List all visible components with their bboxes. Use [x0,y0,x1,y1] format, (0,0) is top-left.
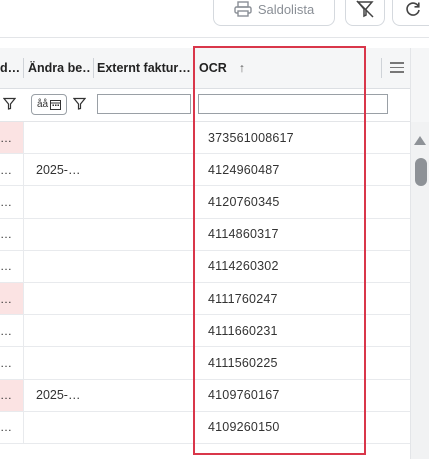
table-row[interactable]: … 4111760247 [0,282,410,316]
table-row[interactable]: … 4114260302 [0,250,410,283]
table-row[interactable]: … 4120760345 [0,186,410,219]
column-menu-icon[interactable] [390,62,404,76]
cell-ocr: 4109260150 [208,420,280,435]
cell-ocr: 4114860317 [208,227,279,242]
printer-icon [234,1,252,17]
table-row[interactable]: … 4111560225 [0,347,410,380]
date-picker-button[interactable]: åå [31,94,67,115]
cell-col0: … [0,162,12,177]
column-header-andra-belopp[interactable]: Ändra be… [28,48,91,88]
cell-col0: … [0,259,12,274]
cell-ocr: 4111560225 [208,355,278,370]
cell-col0: … [0,282,23,315]
table-row[interactable]: … 4109260150 [0,411,410,444]
cell-ocr: 4120760345 [208,194,280,209]
table-row[interactable]: … 4111660231 [0,315,410,348]
filter-row: åå [0,89,410,122]
grid-header: d… Ändra be… Externt faktur… OCR ↑ [0,48,410,89]
column-divider [23,250,24,282]
column-header-col0-label: d… [0,61,21,75]
column-divider [23,186,24,218]
externt-filter-input[interactable] [97,94,191,114]
filter-icon[interactable] [3,97,16,110]
table-row[interactable]: … 4114860317 [0,218,410,251]
cell-col0: … [0,122,23,154]
cell-ocr: 4109760167 [208,388,280,403]
scroll-up-arrow-icon[interactable] [414,136,426,145]
filter-off-icon [356,0,374,18]
saldolista-label: Saldolista [257,1,315,17]
filter-icon[interactable] [73,97,86,110]
column-divider [23,122,24,154]
column-resizer[interactable] [193,58,194,78]
column-divider [23,282,24,315]
header-right-strip [410,48,429,122]
column-header-ocr-label: OCR [199,61,227,75]
column-resizer[interactable] [93,58,94,78]
column-divider [23,379,24,411]
toolbar-divider [0,37,429,38]
cell-col0: … [0,323,12,338]
cell-col0: … [0,355,12,370]
column-divider [23,154,24,186]
cell-ocr: 373561008617 [208,130,294,145]
cell-ocr: 4124960487 [208,162,280,177]
cell-col0: … [0,379,23,411]
scrollbar-thumb[interactable] [415,158,427,186]
table-row[interactable]: … 373561008617 [0,122,410,155]
refresh-icon [405,2,420,16]
column-resizer[interactable] [23,58,24,78]
column-resizer[interactable] [381,58,382,78]
column-header-externt-fakturanummer[interactable]: Externt faktur… [97,48,190,88]
cell-ocr: 4111760247 [208,291,278,306]
cell-andra-belopp: 2025-… [36,162,81,177]
cell-col0: … [0,194,12,209]
cell-andra-belopp: 2025-… [36,388,81,403]
column-header-ocr[interactable]: OCR ↑ [199,48,359,88]
grid-body: … 373561008617 … 2025-… 4124960487 … 412076034… [0,122,410,444]
calendar-icon [50,100,62,110]
column-divider [23,218,24,250]
column-header-col0[interactable]: d… [0,48,21,88]
cell-col0: … [0,227,12,242]
saldolista-button[interactable]: Saldolista [213,0,335,26]
column-divider [23,347,24,379]
date-format-label: åå [36,99,49,110]
refresh-button[interactable] [392,0,429,26]
column-divider [23,315,24,347]
sort-ascending-icon: ↑ [238,61,246,75]
table-row[interactable]: … 2025-… 4124960487 [0,154,410,187]
cell-ocr: 4111660231 [208,323,278,338]
table-row[interactable]: … 2025-… 4109760167 [0,379,410,412]
cell-ocr: 4114260302 [208,259,279,274]
toolbar: Saldolista [0,0,429,38]
cell-col0: … [0,420,12,435]
ocr-filter-input[interactable] [198,94,388,114]
column-header-externt-label: Externt faktur… [97,61,190,75]
column-divider [23,411,24,443]
clear-filter-button[interactable] [345,0,385,26]
column-header-andra-label: Ändra be… [28,61,91,75]
